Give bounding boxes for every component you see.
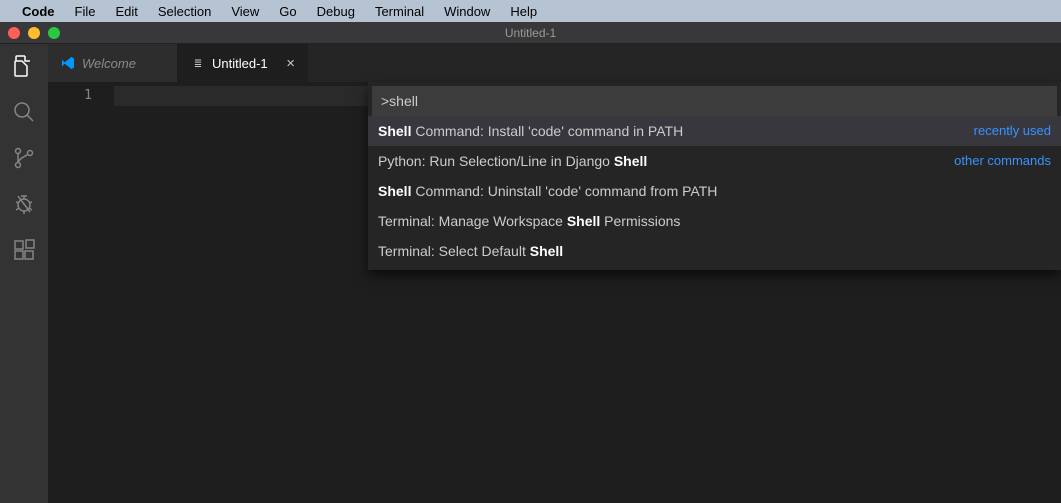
maximize-window-button[interactable] <box>48 27 60 39</box>
debug-icon[interactable] <box>12 192 36 216</box>
macos-menubar: Code File Edit Selection View Go Debug T… <box>0 0 1061 22</box>
line-number-1: 1 <box>48 86 92 106</box>
tab-untitled-label: Untitled-1 <box>212 56 268 71</box>
tabs-row: Welcome ≣ Untitled-1 × <box>48 44 1061 82</box>
menu-file[interactable]: File <box>65 4 106 19</box>
command-item-manage-shell-permissions[interactable]: Terminal: Manage Workspace Shell Permiss… <box>368 206 1061 236</box>
menu-edit[interactable]: Edit <box>105 4 147 19</box>
command-item-install-code[interactable]: Shell Command: Install 'code' command in… <box>368 116 1061 146</box>
explorer-icon[interactable] <box>12 54 36 78</box>
command-palette-list: Shell Command: Install 'code' command in… <box>368 116 1061 270</box>
close-window-button[interactable] <box>8 27 20 39</box>
command-item-label: Terminal: Manage Workspace Shell Permiss… <box>378 210 680 232</box>
menu-debug[interactable]: Debug <box>307 4 365 19</box>
extensions-icon[interactable] <box>12 238 36 262</box>
window-titlebar: Untitled-1 <box>0 22 1061 44</box>
traffic-lights <box>0 27 60 39</box>
menu-help[interactable]: Help <box>500 4 547 19</box>
close-tab-icon[interactable]: × <box>286 55 295 72</box>
command-item-label: Shell Command: Install 'code' command in… <box>378 120 683 142</box>
tab-untitled[interactable]: ≣ Untitled-1 × <box>178 44 308 82</box>
command-palette-input[interactable] <box>372 86 1057 116</box>
window-title: Untitled-1 <box>505 26 556 40</box>
hint-recently-used: recently used <box>974 120 1051 142</box>
activity-bar <box>0 44 48 503</box>
menu-go[interactable]: Go <box>269 4 306 19</box>
menu-terminal[interactable]: Terminal <box>365 4 434 19</box>
tab-welcome-label: Welcome <box>82 56 136 71</box>
workspace: Welcome ≣ Untitled-1 × 1 Shell Command: … <box>0 44 1061 503</box>
command-item-label: Terminal: Select Default Shell <box>378 240 563 262</box>
command-item-uninstall-code[interactable]: Shell Command: Uninstall 'code' command … <box>368 176 1061 206</box>
menu-window[interactable]: Window <box>434 4 500 19</box>
menu-view[interactable]: View <box>221 4 269 19</box>
minimize-window-button[interactable] <box>28 27 40 39</box>
command-item-select-default-shell[interactable]: Terminal: Select Default Shell <box>368 236 1061 266</box>
file-icon: ≣ <box>190 55 206 71</box>
command-palette: Shell Command: Install 'code' command in… <box>368 82 1061 270</box>
menu-app[interactable]: Code <box>22 4 65 19</box>
command-item-python-django-shell[interactable]: Python: Run Selection/Line in Django She… <box>368 146 1061 176</box>
menu-selection[interactable]: Selection <box>148 4 221 19</box>
source-control-icon[interactable] <box>12 146 36 170</box>
hint-other-commands: other commands <box>954 150 1051 172</box>
tab-welcome[interactable]: Welcome <box>48 44 178 82</box>
vscode-icon <box>60 55 76 71</box>
search-icon[interactable] <box>12 100 36 124</box>
command-item-label: Shell Command: Uninstall 'code' command … <box>378 180 717 202</box>
command-item-label: Python: Run Selection/Line in Django She… <box>378 150 647 172</box>
line-gutter: 1 <box>48 82 114 503</box>
